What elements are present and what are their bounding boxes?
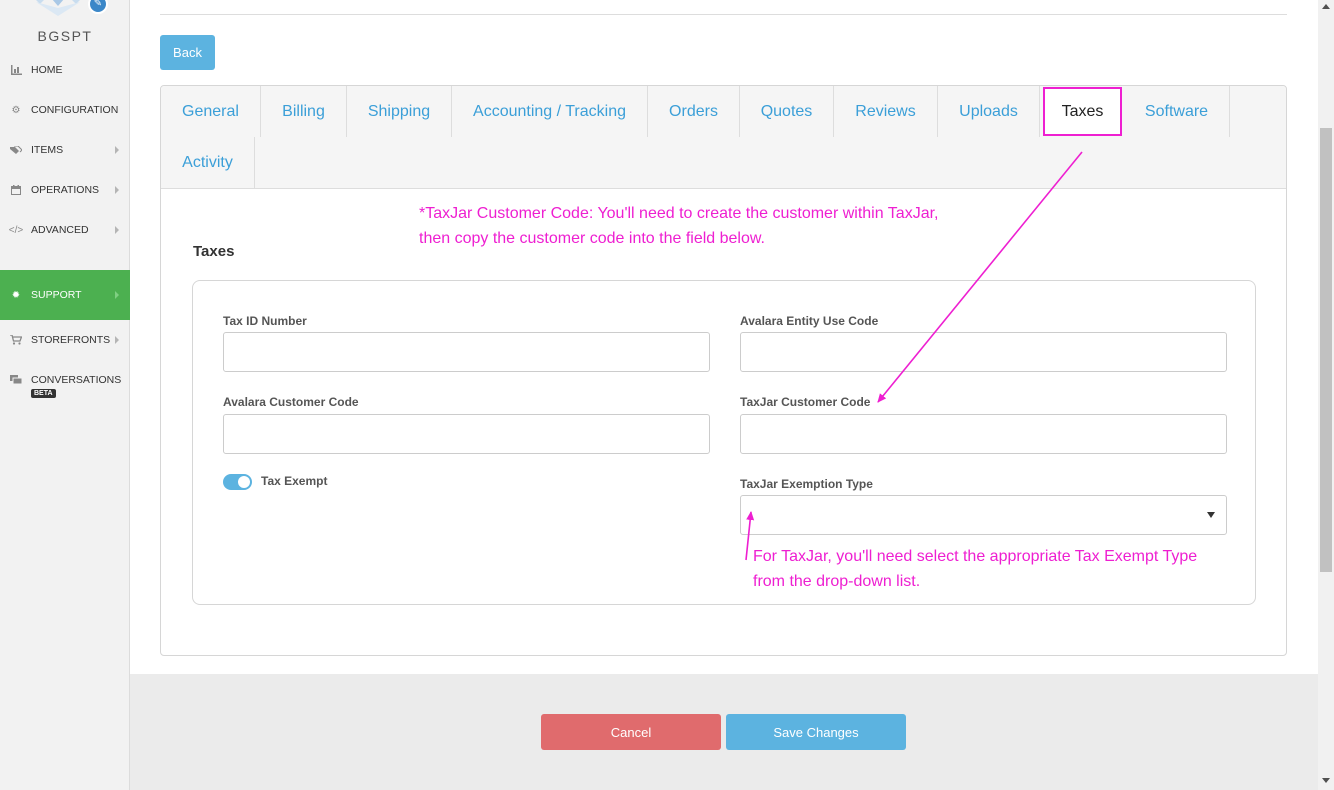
tab-quotes[interactable]: Quotes	[740, 86, 834, 137]
annotation-exemption: For TaxJar, you'll need select the appro…	[753, 544, 1197, 594]
tax-exempt-label: Tax Exempt	[261, 474, 328, 488]
sidebar-item-label: STOREFRONTS	[31, 334, 111, 346]
sidebar-item-advanced[interactable]: </> ADVANCED	[0, 210, 130, 250]
app-window: ✎ BGSPT HOME ⚙ CONFIGURATION ITEMS OPERA…	[0, 0, 1334, 790]
sidebar-item-home[interactable]: HOME	[0, 50, 130, 90]
sidebar-item-operations[interactable]: OPERATIONS	[0, 170, 130, 210]
annotation-taxjar-code: *TaxJar Customer Code: You'll need to cr…	[419, 201, 938, 251]
beta-badge: BETA	[31, 389, 56, 398]
annotation-line: then copy the customer code into the fie…	[419, 230, 765, 247]
chevron-right-icon	[115, 186, 119, 194]
sidebar: ✎ BGSPT HOME ⚙ CONFIGURATION ITEMS OPERA…	[0, 0, 130, 790]
sidebar-item-label: OPERATIONS	[31, 184, 100, 196]
bar-chart-icon	[9, 63, 23, 77]
bug-icon: ✹	[11, 289, 21, 301]
chevron-right-icon	[115, 336, 119, 344]
annotation-line: *TaxJar Customer Code: You'll need to cr…	[419, 205, 939, 222]
sidebar-item-configuration[interactable]: ⚙ CONFIGURATION	[0, 90, 130, 130]
taxjar-exemption-select[interactable]	[740, 495, 1227, 535]
sidebar-item-label: ADVANCED	[31, 224, 89, 236]
cart-icon	[9, 333, 23, 347]
chat-icon	[9, 373, 23, 387]
code-icon: </>	[8, 224, 24, 236]
chevron-right-icon	[115, 226, 119, 234]
divider	[160, 14, 1287, 15]
scroll-up-arrow-icon[interactable]	[1322, 4, 1330, 9]
taxjar-customer-label: TaxJar Customer Code	[740, 395, 871, 409]
sidebar-item-support[interactable]: ✹ SUPPORT	[0, 270, 130, 320]
tab-accounting-tracking[interactable]: Accounting / Tracking	[452, 86, 648, 137]
caret-down-icon	[1207, 512, 1215, 518]
tab-bar: General Billing Shipping Accounting / Tr…	[161, 86, 1286, 189]
tab-shipping[interactable]: Shipping	[347, 86, 452, 137]
section-title: Taxes	[193, 243, 235, 260]
tab-orders[interactable]: Orders	[648, 86, 740, 137]
sidebar-item-label: CONFIGURATION	[31, 104, 119, 116]
scrollbar[interactable]	[1318, 0, 1334, 790]
sidebar-item-label: ITEMS	[31, 144, 64, 156]
sidebar-item-storefronts[interactable]: STOREFRONTS	[0, 320, 130, 360]
annotation-line: For TaxJar, you'll need select the appro…	[753, 548, 1198, 565]
save-changes-button[interactable]: Save Changes	[726, 714, 906, 750]
sidebar-item-conversations[interactable]: CONVERSATIONS	[0, 360, 130, 400]
back-button[interactable]: Back	[160, 35, 215, 70]
avalara-customer-label: Avalara Customer Code	[223, 395, 359, 409]
scroll-down-arrow-icon[interactable]	[1322, 778, 1330, 783]
brand-logo	[36, 0, 80, 16]
tax-id-input[interactable]	[223, 332, 710, 372]
tab-taxes[interactable]: Taxes	[1043, 87, 1122, 136]
taxjar-customer-input[interactable]	[740, 414, 1227, 454]
tab-activity[interactable]: Activity	[161, 137, 255, 188]
toggle-knob	[238, 476, 250, 488]
sidebar-item-label: CONVERSATIONS	[31, 374, 122, 386]
brand-name: BGSPT	[37, 28, 93, 44]
gear-icon: ⚙	[11, 104, 21, 116]
calendar-icon	[9, 183, 23, 197]
chevron-right-icon	[115, 291, 119, 299]
tab-reviews[interactable]: Reviews	[834, 86, 938, 137]
scroll-thumb[interactable]	[1320, 128, 1332, 572]
cancel-button[interactable]: Cancel	[541, 714, 721, 750]
tab-general[interactable]: General	[161, 86, 261, 137]
tab-software[interactable]: Software	[1124, 86, 1230, 137]
avalara-entity-label: Avalara Entity Use Code	[740, 314, 879, 328]
tab-billing[interactable]: Billing	[261, 86, 347, 137]
avalara-customer-input[interactable]	[223, 414, 710, 454]
tags-icon	[9, 143, 23, 157]
tab-uploads[interactable]: Uploads	[938, 86, 1040, 137]
avalara-entity-input[interactable]	[740, 332, 1227, 372]
taxjar-exemption-label: TaxJar Exemption Type	[740, 477, 873, 491]
chevron-right-icon	[115, 146, 119, 154]
tax-exempt-toggle[interactable]	[223, 474, 252, 490]
sidebar-item-label: HOME	[31, 64, 63, 76]
annotation-line: from the drop-down list.	[753, 573, 921, 590]
tax-id-label: Tax ID Number	[223, 314, 307, 328]
pencil-icon[interactable]: ✎	[88, 0, 108, 14]
sidebar-item-items[interactable]: ITEMS	[0, 130, 130, 170]
sidebar-item-label: SUPPORT	[31, 289, 82, 301]
